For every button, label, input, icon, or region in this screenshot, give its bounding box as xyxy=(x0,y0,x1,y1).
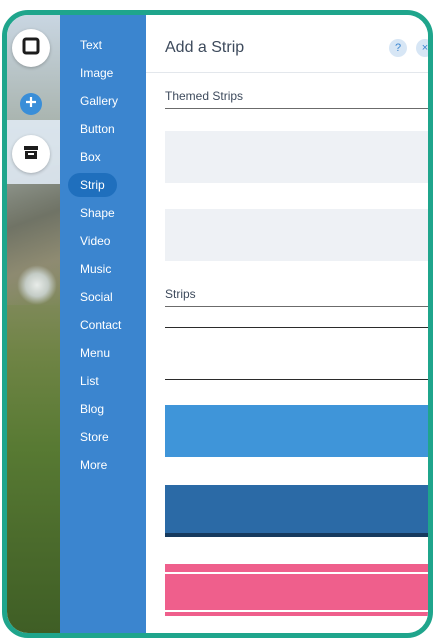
menu-item-text[interactable]: Text xyxy=(68,33,114,57)
menu-item-store[interactable]: Store xyxy=(68,425,121,449)
app-frame: Text Image Gallery Button Box Strip Shap… xyxy=(2,10,433,638)
square-outline-icon xyxy=(22,37,40,60)
panel-title: Add a Strip xyxy=(165,39,245,56)
themed-strip-option[interactable] xyxy=(165,209,428,261)
help-icon: ? xyxy=(394,42,402,54)
pink-strip-line xyxy=(165,610,428,612)
menu-item-strip[interactable]: Strip xyxy=(68,173,117,197)
panel-header: Add a Strip ? × xyxy=(146,15,428,73)
close-icon: × xyxy=(421,42,429,54)
add-button[interactable] xyxy=(20,93,42,115)
plus-icon xyxy=(25,95,37,113)
rail-background-snow xyxy=(17,265,57,305)
menu-item-shape[interactable]: Shape xyxy=(68,201,127,225)
menu-item-contact[interactable]: Contact xyxy=(68,313,133,337)
themed-strip-option[interactable] xyxy=(165,131,428,183)
themed-strips-divider xyxy=(165,108,428,109)
menu-item-image[interactable]: Image xyxy=(68,61,125,85)
add-elements-button[interactable] xyxy=(12,29,50,67)
menu-item-button[interactable]: Button xyxy=(68,117,127,141)
strips-divider xyxy=(165,306,428,307)
strip-panel: Add a Strip ? × Themed Strips Strips xyxy=(146,15,428,633)
close-button[interactable]: × xyxy=(416,39,429,57)
strip-option-line[interactable] xyxy=(165,327,428,328)
menu-item-gallery[interactable]: Gallery xyxy=(68,89,130,113)
help-button[interactable]: ? xyxy=(389,39,407,57)
strip-option-blue[interactable] xyxy=(165,405,428,457)
pink-strip-line xyxy=(165,572,428,574)
menu-item-box[interactable]: Box xyxy=(68,145,113,169)
menu-item-more[interactable]: More xyxy=(68,453,119,477)
menu-item-blog[interactable]: Blog xyxy=(68,397,116,421)
store-button[interactable] xyxy=(12,135,50,173)
strip-option-pink[interactable] xyxy=(165,561,428,616)
menu-item-social[interactable]: Social xyxy=(68,285,125,309)
strip-option-navy[interactable] xyxy=(165,485,428,537)
menu-item-menu[interactable]: Menu xyxy=(68,341,122,365)
tool-rail xyxy=(7,15,63,633)
strip-option-line[interactable] xyxy=(165,379,428,380)
menu-item-list[interactable]: List xyxy=(68,369,111,393)
menu-item-video[interactable]: Video xyxy=(68,229,122,253)
strips-heading: Strips xyxy=(165,287,196,301)
menu-item-music[interactable]: Music xyxy=(68,257,123,281)
themed-strips-heading: Themed Strips xyxy=(165,89,244,103)
category-menu: Text Image Gallery Button Box Strip Shap… xyxy=(60,15,146,633)
store-icon xyxy=(22,143,40,166)
